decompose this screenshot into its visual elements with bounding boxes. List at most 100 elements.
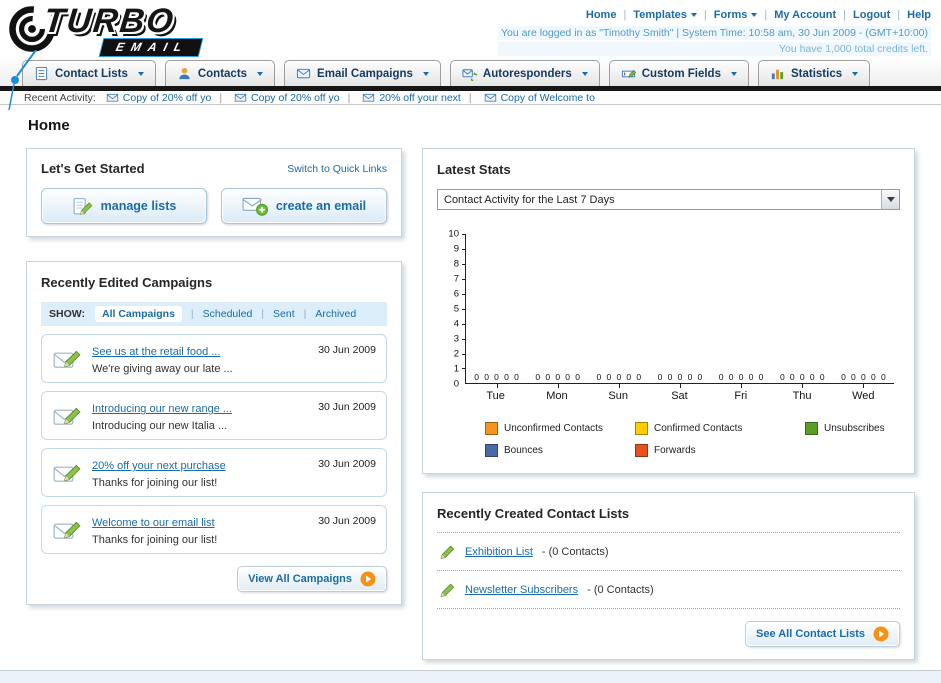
top-nav-link[interactable]: Templates — [616, 9, 697, 21]
top-nav-link-label: Logout — [853, 9, 891, 21]
main-nav-bar: Contact Lists Contacts Email Campaigns A… — [0, 56, 941, 86]
recent-activity-item[interactable]: 20% off your next — [340, 91, 461, 104]
envelope-icon — [106, 91, 119, 104]
nav-tab[interactable]: Email Campaigns — [284, 60, 441, 86]
nav-tab-icon — [177, 66, 192, 81]
nav-tab-label: Email Campaigns — [317, 67, 413, 80]
main-nav-tabs: Contact Lists Contacts Email Campaigns A… — [22, 60, 941, 86]
campaign-filter[interactable]: Sent — [252, 308, 295, 320]
top-nav-link-label: Templates — [633, 9, 687, 21]
header: TURBO EMAIL Home Templates Forms My Acco… — [0, 0, 941, 111]
main-content: Home Let's Get Started Switch to Quick L… — [0, 105, 941, 671]
campaign-edit-icon — [52, 516, 82, 544]
envelope-icon — [362, 91, 375, 104]
chevron-down-icon — [257, 71, 264, 76]
campaign-filters: All Campaigns Scheduled Sent Archived — [94, 306, 356, 323]
legend-swatch — [805, 422, 818, 436]
see-all-contact-lists-button[interactable]: See All Contact Lists — [744, 621, 900, 648]
nav-tab[interactable]: Custom Fields — [608, 60, 749, 86]
recent-contact-lists-panel: Recently Created Contact Lists Exhibitio… — [422, 492, 915, 661]
legend-label: Confirmed Contacts — [654, 423, 743, 435]
arrow-right-icon — [873, 626, 889, 642]
top-nav-link-label: Help — [907, 9, 931, 21]
chevron-down-icon — [852, 71, 859, 76]
latest-stats-panel: Latest Stats Contact Activity for the La… — [422, 148, 915, 475]
stats-period-select[interactable]: Contact Activity for the Last 7 Days — [437, 189, 900, 211]
legend-swatch — [635, 422, 648, 436]
recent-activity-items: Copy of 20% off yo Copy of 20% off yo 20… — [106, 91, 595, 104]
credits-info: You have 1,000 total credits left. — [498, 42, 931, 56]
nav-tab-label: Contact Lists — [55, 67, 128, 80]
top-nav-link[interactable]: Logout — [836, 9, 890, 21]
switch-quick-links-link[interactable]: Switch to Quick Links — [287, 163, 387, 175]
campaign-title-link[interactable]: 20% off your next purchase — [92, 460, 226, 472]
recent-activity-item[interactable]: Copy of 20% off yo — [106, 91, 211, 104]
app-logo[interactable]: TURBO EMAIL — [6, 2, 203, 111]
recent-activity-item[interactable]: Copy of 20% off yo — [211, 91, 340, 104]
arrow-right-icon — [360, 571, 376, 587]
campaign-subtitle: Thanks for joining our list! — [92, 477, 218, 490]
right-column: Latest Stats Contact Activity for the La… — [422, 148, 915, 661]
top-nav-link[interactable]: Home — [586, 9, 617, 21]
legend-label: Forwards — [654, 445, 696, 457]
create-email-label: create an email — [275, 199, 367, 214]
view-all-campaigns-button[interactable]: View All Campaigns — [237, 566, 387, 593]
nav-tab[interactable]: Statistics — [757, 60, 871, 86]
campaign-edit-icon — [52, 345, 82, 373]
campaign-edit-icon — [52, 459, 82, 487]
legend-item: Unsubscribes — [805, 422, 894, 436]
campaign-filter[interactable]: All Campaigns — [94, 306, 182, 323]
new-email-icon — [242, 195, 268, 217]
top-nav-link[interactable]: Forms — [697, 9, 758, 21]
nav-tab-label: Autoresponders — [482, 67, 572, 80]
contact-activity-chart: 10 9 8 7 6 5 4 3 2 1 0 000000000000000000000000000… — [441, 229, 894, 458]
top-nav-link[interactable]: Help — [890, 9, 931, 21]
create-email-button[interactable]: create an email — [221, 188, 387, 225]
select-dropdown-button[interactable] — [881, 190, 899, 210]
campaign-filter[interactable]: Archived — [295, 308, 356, 320]
campaign-subtitle: Introducing our new Italia ... — [92, 420, 228, 433]
recent-contact-lists-title: Recently Created Contact Lists — [437, 506, 630, 522]
campaign-item: Introducing our new range ... Introducin… — [41, 391, 387, 441]
nav-tab[interactable]: Contact Lists — [22, 60, 156, 86]
legend-label: Unsubscribes — [824, 423, 885, 435]
campaign-title-link[interactable]: See us at the retail food ... — [92, 346, 220, 358]
nav-tab-icon — [621, 66, 636, 81]
legend-swatch — [485, 422, 498, 436]
campaign-title-link[interactable]: Introducing our new range ... — [92, 403, 232, 415]
top-nav-link-label: Home — [585, 9, 617, 21]
stats-period-value: Contact Activity for the Last 7 Days — [444, 193, 615, 206]
chart-values-row: 00000000000000000000000000000000000 — [474, 372, 886, 383]
edit-list-icon — [72, 196, 93, 217]
recent-campaigns-title: Recently Edited Campaigns — [41, 275, 213, 291]
chevron-down-icon — [581, 71, 588, 76]
legend-item: Forwards — [635, 444, 805, 458]
contact-list-count: - (0 Contacts) — [541, 545, 609, 558]
nav-tab[interactable]: Contacts — [164, 60, 276, 86]
pencil-icon — [439, 543, 456, 560]
chart-legend: Unconfirmed Contacts Confirmed Contacts … — [485, 422, 894, 458]
recent-activity-item[interactable]: Copy of Welcome to — [461, 91, 595, 104]
recent-activity-item-label: Copy of Welcome to — [500, 91, 595, 104]
chevron-down-icon — [886, 197, 895, 203]
chevron-down-icon — [137, 71, 144, 76]
legend-item: Bounces — [485, 444, 635, 458]
top-nav-link[interactable]: My Account — [757, 9, 836, 21]
nav-tab-icon — [296, 66, 311, 81]
campaign-filter[interactable]: Scheduled — [182, 308, 253, 320]
get-started-panel: Let's Get Started Switch to Quick Links … — [26, 148, 402, 238]
nav-tab-icon — [462, 66, 477, 81]
legend-item: Unconfirmed Contacts — [485, 422, 635, 436]
campaign-title-link[interactable]: Welcome to our email list — [92, 517, 215, 529]
show-label: SHOW: — [49, 308, 85, 321]
legend-label: Bounces — [504, 445, 543, 457]
nav-tab[interactable]: Autoresponders — [449, 60, 600, 86]
legend-swatch — [635, 444, 648, 458]
contact-list-name-link[interactable]: Newsletter Subscribers — [465, 584, 578, 596]
contact-list-name-link[interactable]: Exhibition List — [465, 546, 533, 558]
manage-lists-button[interactable]: manage lists — [41, 188, 207, 225]
campaign-date: 30 Jun 2009 — [318, 515, 376, 528]
view-all-campaigns-label: View All Campaigns — [248, 573, 352, 586]
campaign-subtitle: Thanks for joining our list! — [92, 534, 218, 547]
left-column: Let's Get Started Switch to Quick Links … — [26, 148, 402, 606]
